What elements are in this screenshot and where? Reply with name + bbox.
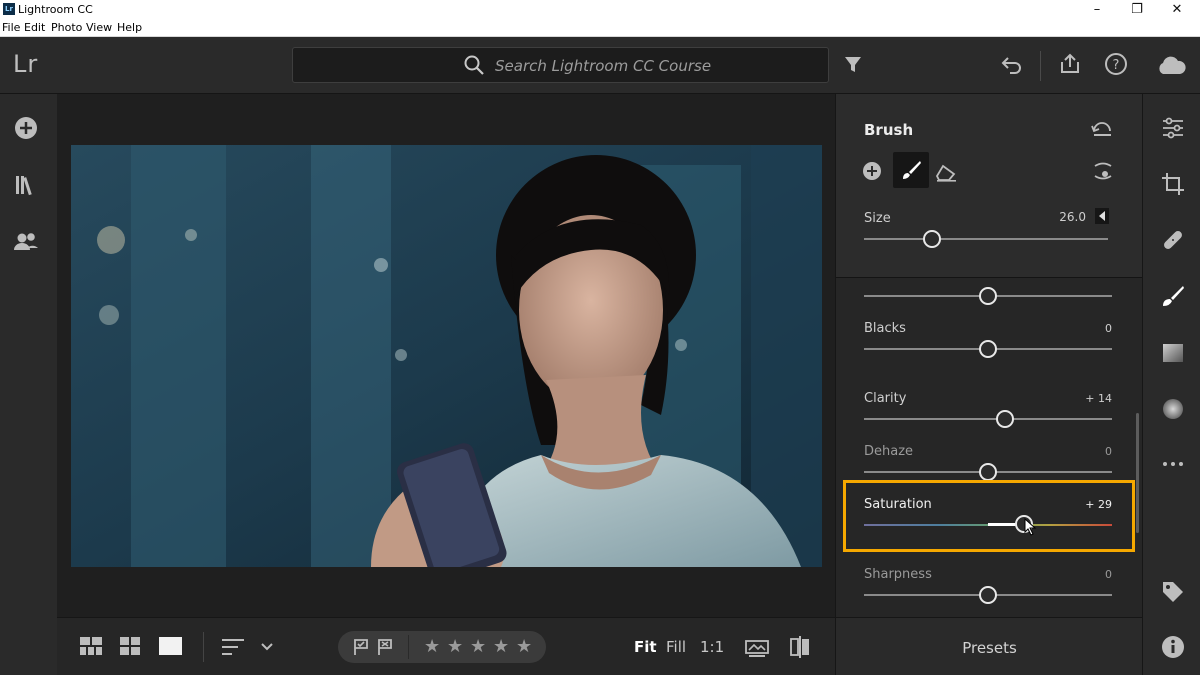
radial-gradient-icon[interactable] <box>1161 397 1185 421</box>
panel-title: Brush <box>864 121 914 139</box>
detail-view-icon[interactable] <box>159 637 183 657</box>
before-after-icon[interactable] <box>788 635 812 659</box>
reject-flag-icon[interactable] <box>376 638 394 656</box>
divider <box>1040 51 1041 81</box>
blacks-value[interactable]: 0 <box>1062 322 1112 335</box>
size-decrement-button[interactable] <box>1095 208 1109 224</box>
menu-edit[interactable]: Edit <box>24 21 45 34</box>
brush-options-icon[interactable] <box>1092 160 1114 182</box>
info-icon[interactable] <box>1161 635 1185 659</box>
search-placeholder: Search Lightroom CC Course <box>495 57 712 75</box>
filter-icon[interactable] <box>843 52 863 76</box>
left-nav <box>0 94 57 675</box>
presets-button[interactable]: Presets <box>835 617 1142 675</box>
dehaze-value[interactable]: 0 <box>1062 445 1112 458</box>
linear-gradient-icon[interactable] <box>1161 341 1185 365</box>
star-5[interactable]: ★ <box>516 636 532 657</box>
add-icon[interactable] <box>862 161 882 181</box>
zoom-1-1[interactable]: 1:1 <box>700 638 724 656</box>
star-2[interactable]: ★ <box>447 636 463 657</box>
app-logo: Lr <box>13 50 39 78</box>
star-3[interactable]: ★ <box>470 636 486 657</box>
minimize-icon[interactable]: – <box>1080 0 1114 20</box>
sharpness-value[interactable]: 0 <box>1062 568 1112 581</box>
window-titlebar: Lr Lightroom CC – ❐ ✕ <box>0 0 1200 20</box>
close-icon[interactable]: ✕ <box>1160 0 1194 20</box>
saturation-highlight-box <box>843 480 1135 552</box>
chevron-left-icon <box>1099 211 1105 221</box>
brush-settings: Brush Size 26.0 <box>836 94 1142 278</box>
menu-help[interactable]: Help <box>117 21 142 34</box>
share-icon[interactable] <box>1058 52 1082 76</box>
search-icon <box>464 55 484 75</box>
zoom-fill[interactable]: Fill <box>666 638 686 656</box>
size-value[interactable]: 26.0 <box>1036 210 1086 224</box>
library-icon[interactable] <box>13 172 39 198</box>
clarity-value[interactable]: + 14 <box>1062 392 1112 405</box>
clarity-label: Clarity <box>864 391 907 406</box>
reset-icon[interactable] <box>1090 119 1114 139</box>
zoom-fit[interactable]: Fit <box>634 638 657 656</box>
photo-preview[interactable] <box>71 145 822 567</box>
restore-icon[interactable]: ❐ <box>1120 0 1154 20</box>
blacks-label: Blacks <box>864 321 906 336</box>
star-1[interactable]: ★ <box>424 636 440 657</box>
menu-photo[interactable]: Photo <box>51 21 82 34</box>
healing-icon[interactable] <box>1161 228 1185 252</box>
cloud-icon[interactable] <box>1155 54 1187 76</box>
window-title: Lightroom CC <box>18 3 93 16</box>
clarity-slider-thumb[interactable] <box>996 410 1015 428</box>
brush-tool-button[interactable] <box>893 152 929 188</box>
menu-view[interactable]: View <box>86 21 112 34</box>
flag-rating-group: ★ ★ ★ ★ ★ <box>338 631 546 663</box>
compare-icon[interactable] <box>745 638 769 658</box>
star-4[interactable]: ★ <box>493 636 509 657</box>
dehaze-slider-thumb[interactable] <box>979 463 997 481</box>
eraser-icon[interactable] <box>935 162 957 182</box>
chevron-down-icon[interactable] <box>260 642 274 652</box>
add-photos-icon[interactable] <box>13 115 39 141</box>
divider <box>408 635 409 659</box>
panel-scrollbar[interactable] <box>1136 413 1139 533</box>
help-icon[interactable]: ? <box>1104 52 1128 76</box>
whites-slider-thumb[interactable] <box>979 287 997 305</box>
people-icon[interactable] <box>13 229 39 255</box>
size-slider-thumb[interactable] <box>923 230 942 248</box>
dehaze-label: Dehaze <box>864 444 914 459</box>
photo-woman-phone <box>71 145 822 567</box>
undo-icon[interactable] <box>1000 52 1024 76</box>
tool-strip <box>1142 94 1200 675</box>
menu-bar: File Edit Photo View Help <box>0 20 1200 37</box>
crop-icon[interactable] <box>1161 172 1185 196</box>
menu-file[interactable]: File <box>2 21 20 34</box>
sharpness-slider-thumb[interactable] <box>979 586 997 604</box>
size-label: Size <box>864 211 891 226</box>
sharpness-label: Sharpness <box>864 567 932 582</box>
search-input[interactable]: Search Lightroom CC Course <box>292 47 829 83</box>
pick-flag-icon[interactable] <box>352 638 370 656</box>
divider <box>203 632 204 662</box>
edit-sliders-icon[interactable] <box>1161 116 1185 140</box>
photo-grid-icon[interactable] <box>120 637 142 657</box>
bottom-toolbar: ★ ★ ★ ★ ★ Fit Fill 1:1 <box>57 617 835 675</box>
clarity-slider-track[interactable] <box>864 418 1112 420</box>
app-header: Lr Search Lightroom CC Course ? <box>0 37 1200 94</box>
blacks-slider-thumb[interactable] <box>979 340 997 358</box>
presets-label: Presets <box>962 639 1017 657</box>
app-icon: Lr <box>3 3 15 15</box>
brush-icon[interactable] <box>1161 284 1185 308</box>
tag-icon[interactable] <box>1161 580 1185 604</box>
svg-text:?: ? <box>1113 58 1120 73</box>
more-icon[interactable] <box>1161 452 1185 476</box>
square-grid-icon[interactable] <box>80 637 104 657</box>
size-slider-track[interactable] <box>864 238 1108 240</box>
brush-icon <box>903 161 921 179</box>
sort-icon[interactable] <box>222 638 246 656</box>
